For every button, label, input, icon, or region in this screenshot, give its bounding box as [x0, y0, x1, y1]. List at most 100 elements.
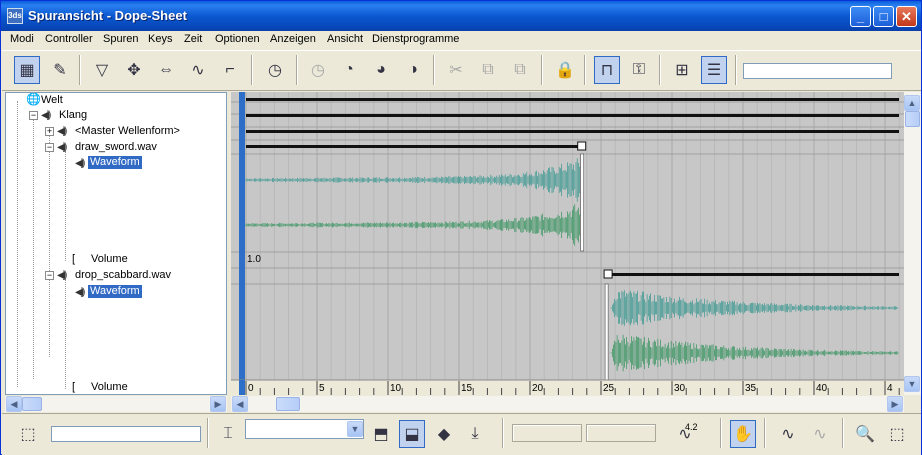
- filter-selected-tracks-icon[interactable]: ⬒: [368, 420, 394, 448]
- chevron-down-icon[interactable]: ▼: [347, 421, 363, 437]
- ruler-tick-label: 40: [816, 383, 828, 394]
- track-set-dropdown[interactable]: ▼: [245, 419, 364, 439]
- ruler-tick-label: 4: [887, 383, 893, 394]
- dope-sheet-track-view[interactable]: 1.0 0 5 10 15 20 25 30 35 40 4: [231, 92, 904, 395]
- lock-selection-icon[interactable]: 🔒: [552, 56, 578, 84]
- scroll-right-icon[interactable]: ▶: [210, 396, 226, 412]
- close-button[interactable]: ✕: [896, 6, 917, 27]
- toolbar-divider: [251, 55, 253, 85]
- modify-subtree-icon[interactable]: ⚿: [626, 56, 652, 84]
- tree-node-drop-scabbard[interactable]: drop_scabbard.wav: [75, 269, 171, 282]
- select-by-name-icon[interactable]: ⌶: [215, 420, 241, 448]
- ruler-tick-label: 15: [461, 383, 473, 394]
- tree-node-waveform-selected-2[interactable]: Waveform: [88, 285, 142, 298]
- snap-frames-icon[interactable]: ⊓: [594, 56, 620, 84]
- minimize-button[interactable]: _: [850, 6, 871, 27]
- zoom-icon[interactable]: 🔍: [852, 420, 878, 448]
- pan-hand-icon[interactable]: ✋: [730, 420, 756, 448]
- ruler-tick-label: 20: [532, 383, 544, 394]
- scroll-left-icon[interactable]: ◀: [232, 396, 248, 412]
- add-keys-icon[interactable]: ∿: [185, 56, 211, 84]
- scroll-left-icon[interactable]: ◀: [6, 396, 22, 412]
- ease-curve-icon[interactable]: ⌐: [217, 56, 243, 84]
- speaker-icon: ◀)): [57, 142, 67, 153]
- copy-icon[interactable]: ⧉: [475, 56, 501, 84]
- track-horizontal-scrollbar[interactable]: ◀ ▶: [231, 396, 904, 412]
- tree-node-welt[interactable]: 🌐Welt: [26, 93, 63, 107]
- cut-icon[interactable]: ✂: [443, 56, 469, 84]
- scroll-thumb[interactable]: [22, 397, 42, 411]
- delete-time-icon[interactable]: ◷: [305, 56, 331, 84]
- filter-controllers-icon[interactable]: ⤓: [462, 420, 488, 448]
- speaker-icon: ◀)): [75, 158, 85, 169]
- ruler-tick-label: 30: [674, 383, 686, 394]
- show-hierarchy-icon[interactable]: ⊞: [669, 56, 695, 84]
- speaker-icon: ◀)): [41, 110, 51, 121]
- scale-time-icon[interactable]: ◔: [336, 56, 362, 84]
- waveform-drop-scabbard-bottom: [610, 334, 899, 372]
- expand-icon[interactable]: +: [45, 127, 54, 136]
- scroll-down-icon[interactable]: ▼: [904, 376, 920, 392]
- tree-node-waveform-selected[interactable]: Waveform: [88, 156, 142, 169]
- toolbar-divider: [842, 418, 844, 448]
- menu-zeit[interactable]: Zeit: [184, 33, 202, 45]
- menu-dienstprogramme[interactable]: Dienstprogramme: [372, 33, 459, 45]
- toolbar-divider: [296, 55, 298, 85]
- scroll-thumb[interactable]: [905, 111, 920, 127]
- insert-time-icon[interactable]: ◕: [368, 56, 394, 84]
- tree-node-volume-2[interactable]: Volume: [91, 381, 128, 394]
- menu-spuren[interactable]: Spuren: [103, 33, 138, 45]
- zoom-selected-icon[interactable]: ⬚: [15, 420, 41, 448]
- speaker-icon: ◀)): [57, 270, 67, 281]
- time-select-icon[interactable]: ◷: [262, 56, 288, 84]
- range-end-line: [580, 153, 584, 252]
- toolbar-divider: [735, 55, 737, 85]
- menu-anzeigen[interactable]: Anzeigen: [270, 33, 316, 45]
- tree-node-volume[interactable]: Volume: [91, 253, 128, 266]
- menu-controller[interactable]: Controller: [45, 33, 93, 45]
- edit-keys-icon[interactable]: ✎: [47, 56, 73, 84]
- menu-ansicht[interactable]: Ansicht: [327, 33, 363, 45]
- ruler-tick-label: 25: [603, 383, 615, 394]
- collapse-icon[interactable]: −: [45, 271, 54, 280]
- toolbar-divider: [502, 418, 504, 448]
- main-toolbar: ▦ ✎ ▽ ✥ ⇔ ∿ ⌐ ◷ ◷ ◔ ◕ ◑ ✂ ⧉ ⧉ 🔒 ⊓ ⚿ ⊞ ☰: [2, 50, 921, 91]
- vertical-scrollbar[interactable]: ▲ ▼: [904, 92, 921, 395]
- tree-node-klang[interactable]: Klang: [59, 109, 87, 122]
- menu-bar: Modi Controller Spuren Keys Zeit Optione…: [2, 31, 921, 49]
- speaker-icon: ◀)): [57, 126, 67, 137]
- filter-icon[interactable]: ▽: [89, 56, 115, 84]
- filter-keys-icon[interactable]: ◆: [431, 420, 457, 448]
- toolbar-divider: [764, 418, 766, 448]
- maximize-button[interactable]: □: [873, 6, 894, 27]
- paste-icon[interactable]: ⧉: [507, 56, 533, 84]
- show-tracks-icon[interactable]: ☰: [701, 56, 727, 84]
- tree-node-master-waveform[interactable]: <Master Wellenform>: [75, 125, 180, 138]
- dope-sheet-icon[interactable]: ▦: [14, 56, 40, 84]
- scroll-right-icon[interactable]: ▶: [887, 396, 903, 412]
- scroll-thumb[interactable]: [276, 397, 300, 411]
- toolbar-divider: [433, 55, 435, 85]
- range-bar-draw-sword: [246, 145, 580, 148]
- reduce-keys-icon[interactable]: ◑: [400, 56, 426, 84]
- tree-horizontal-scrollbar[interactable]: ◀ ▶: [5, 396, 227, 412]
- menu-keys[interactable]: Keys: [148, 33, 172, 45]
- speaker-icon: ◀)): [75, 287, 85, 298]
- move-keys-icon[interactable]: ✥: [121, 56, 147, 84]
- track-canvas[interactable]: 1.0 0 5 10 15 20 25 30 35 40 4: [231, 92, 904, 395]
- track-tree-panel: 🌐Welt − ◀)) Klang + ◀)) <Master Wellenfo…: [5, 92, 227, 395]
- track-name-field[interactable]: [743, 63, 892, 79]
- zoom-horizontal-extents-icon[interactable]: ∿: [775, 420, 801, 448]
- zoom-value-extents-icon[interactable]: ∿: [807, 420, 833, 448]
- filter-animated-tracks-icon[interactable]: ⬓: [399, 420, 425, 448]
- menu-modi[interactable]: Modi: [10, 33, 34, 45]
- tree-node-draw-sword[interactable]: draw_sword.wav: [75, 141, 157, 154]
- menu-optionen[interactable]: Optionen: [215, 33, 260, 45]
- collapse-icon[interactable]: −: [29, 111, 38, 120]
- selected-object-field[interactable]: [51, 426, 201, 442]
- zoom-region-icon[interactable]: ⬚: [884, 420, 910, 448]
- time-ruler: [231, 380, 904, 395]
- slide-keys-icon[interactable]: ⇔: [153, 56, 179, 84]
- collapse-icon[interactable]: −: [45, 143, 54, 152]
- scroll-up-icon[interactable]: ▲: [904, 95, 920, 111]
